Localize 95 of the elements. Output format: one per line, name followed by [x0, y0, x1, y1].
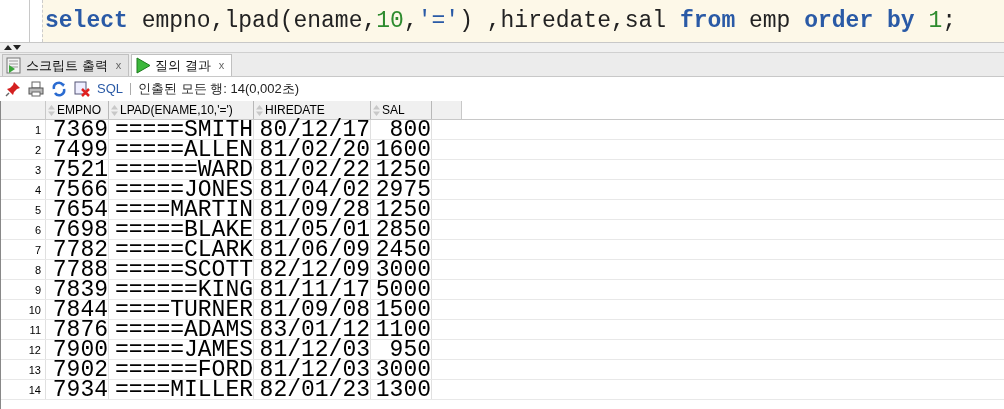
table-cell: 80/12/17: [254, 120, 371, 139]
result-tab[interactable]: 질의 결과 x: [131, 54, 233, 76]
table-cell: 81/02/20: [254, 140, 371, 159]
table-cell: 7499: [46, 140, 109, 159]
table-cell: 5000: [371, 280, 432, 299]
column-header[interactable]: HIREDATE: [254, 101, 371, 119]
close-button[interactable]: x: [214, 57, 229, 74]
table-cell: 7844: [46, 300, 109, 319]
table-cell: 81/06/09: [254, 240, 371, 259]
tab-label: 스크립트 출력: [26, 56, 108, 75]
row-number: 6: [1, 220, 46, 239]
table-cell: 7654: [46, 200, 109, 219]
row-number: 1: [1, 120, 46, 139]
close-button[interactable]: x: [111, 57, 126, 74]
table-cell: 1100: [371, 320, 432, 339]
table-cell: ======FORD: [109, 360, 254, 379]
document-icon: [6, 57, 22, 74]
table-cell: 7902: [46, 360, 109, 379]
table-cell: ====MILLER: [109, 380, 254, 399]
table-cell: 1300: [371, 380, 432, 399]
table-cell: 82/12/09: [254, 260, 371, 279]
table-cell: 7566: [46, 180, 109, 199]
sort-icon: [48, 104, 55, 116]
pin-icon[interactable]: [5, 81, 21, 97]
table-cell: 81/05/01: [254, 220, 371, 239]
column-header[interactable]: LPAD(ENAME,10,'='): [109, 101, 254, 119]
collapse-up-icon[interactable]: [4, 45, 12, 50]
table-cell: 83/01/12: [254, 320, 371, 339]
print-icon[interactable]: [28, 81, 44, 97]
row-number: 4: [1, 180, 46, 199]
table-cell: 2450: [371, 240, 432, 259]
row-number: 5: [1, 200, 46, 219]
result-tab[interactable]: 스크립트 출력 x: [2, 54, 130, 76]
table-cell: ====MARTIN: [109, 200, 254, 219]
table-cell: =====CLARK: [109, 240, 254, 259]
table-cell: 81/04/02: [254, 180, 371, 199]
sql-link[interactable]: SQL: [97, 79, 123, 99]
table-cell: 2850: [371, 220, 432, 239]
table-cell: 2975: [371, 180, 432, 199]
table-cell: 81/09/28: [254, 200, 371, 219]
expand-down-icon[interactable]: [13, 45, 21, 50]
column-header[interactable]: SAL: [371, 101, 432, 119]
sql-editor[interactable]: select empno,lpad(ename,10,'=') ,hiredate,sal from emp order by 1;: [42, 0, 1004, 42]
table-cell: =====ALLEN: [109, 140, 254, 159]
row-number: 10: [1, 300, 46, 319]
table-cell: 800: [371, 120, 432, 139]
table-cell: 1250: [371, 160, 432, 179]
table-cell: 81/02/22: [254, 160, 371, 179]
table-cell: 3000: [371, 360, 432, 379]
table-cell: 7839: [46, 280, 109, 299]
table-cell: 82/01/23: [254, 380, 371, 399]
table-cell: ======KING: [109, 280, 254, 299]
table-cell: 7788: [46, 260, 109, 279]
tab-label: 질의 결과: [155, 56, 211, 75]
table-cell: 7876: [46, 320, 109, 339]
row-number: 13: [1, 360, 46, 379]
table-cell: 1600: [371, 140, 432, 159]
table-cell: 81/12/03: [254, 340, 371, 359]
refresh-icon[interactable]: [51, 81, 67, 97]
sort-icon: [111, 104, 118, 116]
table-cell: ====TURNER: [109, 300, 254, 319]
row-number: 9: [1, 280, 46, 299]
table-cell: 1500: [371, 300, 432, 319]
table-cell: 7782: [46, 240, 109, 259]
table-cell: 950: [371, 340, 432, 359]
column-header[interactable]: EMPNO: [46, 101, 109, 119]
fetch-status: 인출된 모든 행: 14(0,002초): [138, 80, 300, 99]
table-cell: =====SCOTT: [109, 260, 254, 279]
table-cell: 81/11/17: [254, 280, 371, 299]
table-cell: 7934: [46, 380, 109, 399]
row-number: 8: [1, 260, 46, 279]
row-number: 2: [1, 140, 46, 159]
table-cell: 81/12/03: [254, 360, 371, 379]
table-cell: =====JONES: [109, 180, 254, 199]
table-cell: 3000: [371, 260, 432, 279]
table-cell: 7900: [46, 340, 109, 359]
row-number: 14: [1, 380, 46, 399]
row-number: 12: [1, 340, 46, 359]
table-cell: 7369: [46, 120, 109, 139]
table-cell: 81/09/08: [254, 300, 371, 319]
table-cell: ======WARD: [109, 160, 254, 179]
row-number: 11: [1, 320, 46, 339]
sort-icon: [256, 104, 263, 116]
delete-icon[interactable]: [74, 81, 90, 97]
table-cell: =====ADAMS: [109, 320, 254, 339]
row-number: 7: [1, 240, 46, 259]
table-cell: =====JAMES: [109, 340, 254, 359]
table-cell: 7521: [46, 160, 109, 179]
sort-icon: [373, 104, 380, 116]
table-cell: 7698: [46, 220, 109, 239]
row-number: 3: [1, 160, 46, 179]
table-cell: 1250: [371, 200, 432, 219]
table-cell: =====BLAKE: [109, 220, 254, 239]
table-cell: =====SMITH: [109, 120, 254, 139]
play-icon: [135, 57, 152, 74]
